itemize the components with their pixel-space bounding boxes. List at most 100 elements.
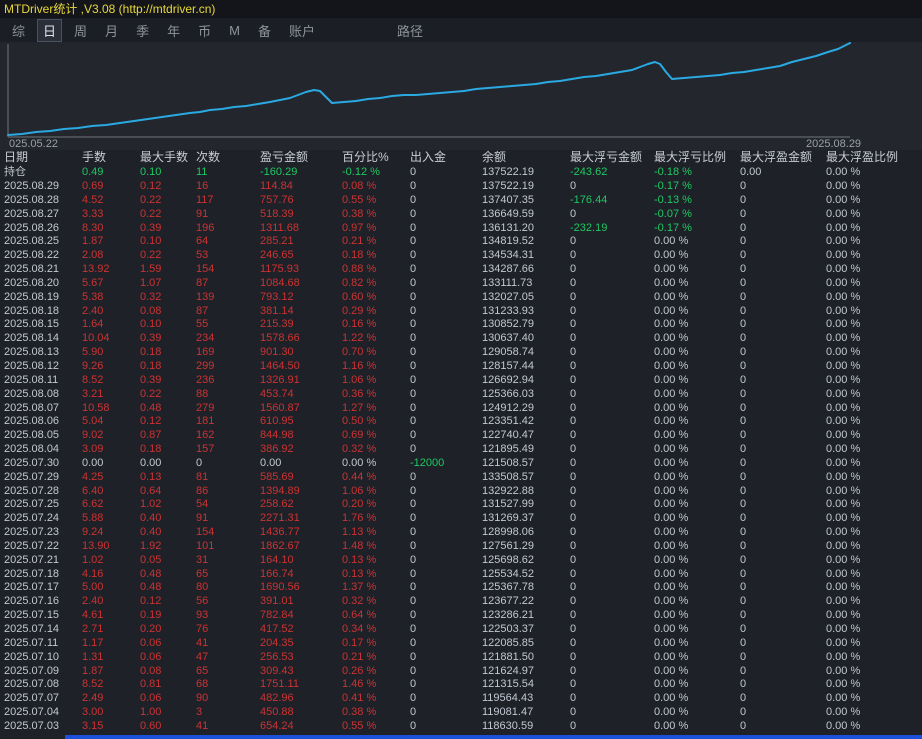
cell-value: 0.12 [140, 595, 196, 609]
column-header[interactable]: 次数 [196, 150, 260, 165]
equity-chart[interactable]: 025.05.22 2025.08.29 [0, 42, 922, 152]
table-row[interactable]: 2025.07.043.001.003450.880.38 %0119081.4… [0, 706, 922, 720]
menu-item-path[interactable]: 路径 [391, 19, 429, 42]
menu-item-币[interactable]: 币 [192, 19, 217, 42]
table-row[interactable]: 2025.08.268.300.391961311.680.97 %013613… [0, 222, 922, 236]
table-row[interactable]: 2025.07.033.150.6041654.240.55 %0118630.… [0, 720, 922, 734]
table-row[interactable]: 2025.08.284.520.22117757.760.55 %0137407… [0, 194, 922, 208]
table-row[interactable]: 2025.07.091.870.0865309.430.26 %0121624.… [0, 665, 922, 679]
table-row[interactable]: 2025.07.294.250.1381585.690.44 %0133508.… [0, 471, 922, 485]
cell-value: 3.21 [82, 388, 140, 402]
cell-date: 2025.08.04 [4, 443, 82, 457]
cell-value: 4.61 [82, 609, 140, 623]
table-row[interactable]: 2025.07.142.710.2076417.520.34 %0122503.… [0, 623, 922, 637]
menu-item-备[interactable]: 备 [252, 19, 277, 42]
table-row[interactable]: 2025.08.2113.921.591541175.930.88 %01342… [0, 263, 922, 277]
menu-item-季[interactable]: 季 [130, 19, 155, 42]
table-row[interactable]: 2025.08.1410.040.392341578.661.22 %01306… [0, 332, 922, 346]
cell-value: 5.88 [82, 512, 140, 526]
table-row[interactable]: 2025.08.195.380.32139793.120.60 %0132027… [0, 291, 922, 305]
table-row[interactable]: 2025.08.065.040.12181610.950.50 %0123351… [0, 415, 922, 429]
table-row[interactable]: 2025.08.059.020.87162844.980.69 %0122740… [0, 429, 922, 443]
column-header[interactable]: 余额 [482, 150, 570, 165]
menu-item-账户[interactable]: 账户 [283, 19, 321, 42]
column-header[interactable]: 最大手数 [140, 150, 196, 165]
table-row[interactable]: 2025.07.286.400.64861394.891.06 %0132922… [0, 485, 922, 499]
cell-value: 234 [196, 332, 260, 346]
table-row[interactable]: 2025.07.184.160.4865166.740.13 %0125534.… [0, 568, 922, 582]
table-row[interactable]: 2025.08.273.330.2291518.390.38 %0136649.… [0, 208, 922, 222]
cell-value: 0.39 [140, 222, 196, 236]
column-header[interactable]: 手数 [82, 150, 140, 165]
cell-date: 2025.07.17 [4, 581, 82, 595]
column-header[interactable]: 盈亏金额 [260, 150, 342, 165]
table-row[interactable]: 2025.07.245.880.40912271.311.76 %0131269… [0, 512, 922, 526]
cell-value: 299 [196, 360, 260, 374]
cell-value: 131269.37 [482, 512, 570, 526]
bottom-scrollbar[interactable] [65, 735, 922, 739]
menu-item-日[interactable]: 日 [37, 19, 62, 42]
table-row[interactable]: 2025.08.083.210.2288453.740.36 %0125366.… [0, 388, 922, 402]
menu-item-M[interactable]: M [223, 21, 246, 40]
cell-value: 0.00 % [826, 165, 916, 180]
menu-item-月[interactable]: 月 [99, 19, 124, 42]
cell-value: 0.00 % [654, 374, 740, 388]
table-row[interactable]: 2025.07.111.170.0641204.350.17 %0122085.… [0, 637, 922, 651]
cell-value: 0.00 % [654, 402, 740, 416]
cell-value: 0 [570, 429, 654, 443]
cell-value: -232.19 [570, 222, 654, 236]
column-header[interactable]: 出入金 [410, 150, 482, 165]
cell-value: 0.00 % [826, 471, 916, 485]
table-row[interactable]: 2025.07.101.310.0647256.530.21 %0121881.… [0, 651, 922, 665]
cell-value: 0.00 % [342, 457, 410, 471]
table-row[interactable]: 2025.07.300.000.0000.000.00 %-1200012150… [0, 457, 922, 471]
cell-value: 0.81 [140, 678, 196, 692]
table-row[interactable]: 2025.07.175.000.48801690.561.37 %0125367… [0, 581, 922, 595]
table-row[interactable]: 2025.07.162.400.1256391.010.32 %0123677.… [0, 595, 922, 609]
table-row[interactable]: 2025.07.2213.901.921011862.671.48 %01275… [0, 540, 922, 554]
cell-value: 0 [570, 540, 654, 554]
cell-value: 518.39 [260, 208, 342, 222]
table-row[interactable]: 2025.08.205.671.07871084.680.82 %0133111… [0, 277, 922, 291]
table-row-holding[interactable]: 持仓0.490.1011-160.29-0.12 %0137522.19-243… [0, 165, 922, 180]
column-header[interactable]: 最大浮亏比例 [654, 150, 740, 165]
column-header[interactable]: 日期 [4, 150, 82, 165]
column-header[interactable]: 最大浮盈金额 [740, 150, 826, 165]
cell-value: 0 [410, 388, 482, 402]
table-row[interactable]: 2025.08.118.520.392361326.911.06 %012669… [0, 374, 922, 388]
table-row[interactable]: 2025.07.154.610.1993782.840.64 %0123286.… [0, 609, 922, 623]
table-row[interactable]: 2025.07.239.240.401541436.771.13 %012899… [0, 526, 922, 540]
table-row[interactable]: 2025.08.151.640.1055215.390.16 %0130852.… [0, 318, 922, 332]
table-row[interactable]: 2025.08.251.870.1064285.210.21 %0134819.… [0, 235, 922, 249]
cell-value: 0 [570, 360, 654, 374]
cell-value: 0.18 [140, 360, 196, 374]
table-row[interactable]: 2025.07.256.621.0254258.620.20 %0131527.… [0, 498, 922, 512]
menu-item-年[interactable]: 年 [161, 19, 186, 42]
cell-date: 2025.07.14 [4, 623, 82, 637]
table-row[interactable]: 2025.08.043.090.18157386.920.32 %0121895… [0, 443, 922, 457]
cell-date: 2025.08.13 [4, 346, 82, 360]
cell-value: 1.00 [140, 706, 196, 720]
column-header[interactable]: 最大浮亏金额 [570, 150, 654, 165]
table-row[interactable]: 2025.08.129.260.182991464.501.16 %012815… [0, 360, 922, 374]
cell-date: 持仓 [4, 165, 82, 180]
menu-item-综[interactable]: 综 [6, 19, 31, 42]
column-header[interactable]: 最大浮盈比例 [826, 150, 916, 165]
table-row[interactable]: 2025.07.211.020.0531164.100.13 %0125698.… [0, 554, 922, 568]
table-row[interactable]: 2025.07.088.520.81681751.111.46 %0121315… [0, 678, 922, 692]
column-header[interactable]: 百分比% [342, 150, 410, 165]
cell-value: 121315.54 [482, 678, 570, 692]
table-row[interactable]: 2025.07.072.490.0690482.960.41 %0119564.… [0, 692, 922, 706]
table-row[interactable]: 2025.08.222.080.2253246.650.18 %0134534.… [0, 249, 922, 263]
table-row[interactable]: 2025.08.290.690.1216114.840.08 %0137522.… [0, 180, 922, 194]
table-row[interactable]: 2025.08.135.900.18169901.300.70 %0129058… [0, 346, 922, 360]
cell-value: 0.00 % [826, 277, 916, 291]
cell-value: 0.00 % [826, 291, 916, 305]
table-row[interactable]: 2025.08.0710.580.482791560.871.27 %01249… [0, 402, 922, 416]
menu-item-周[interactable]: 周 [68, 19, 93, 42]
table-row[interactable]: 2025.08.182.400.0887381.140.29 %0131233.… [0, 305, 922, 319]
cell-value: 0 [740, 277, 826, 291]
cell-value: 0.13 [140, 471, 196, 485]
cell-value: 0.00 % [654, 706, 740, 720]
cell-value: 0.19 [140, 609, 196, 623]
